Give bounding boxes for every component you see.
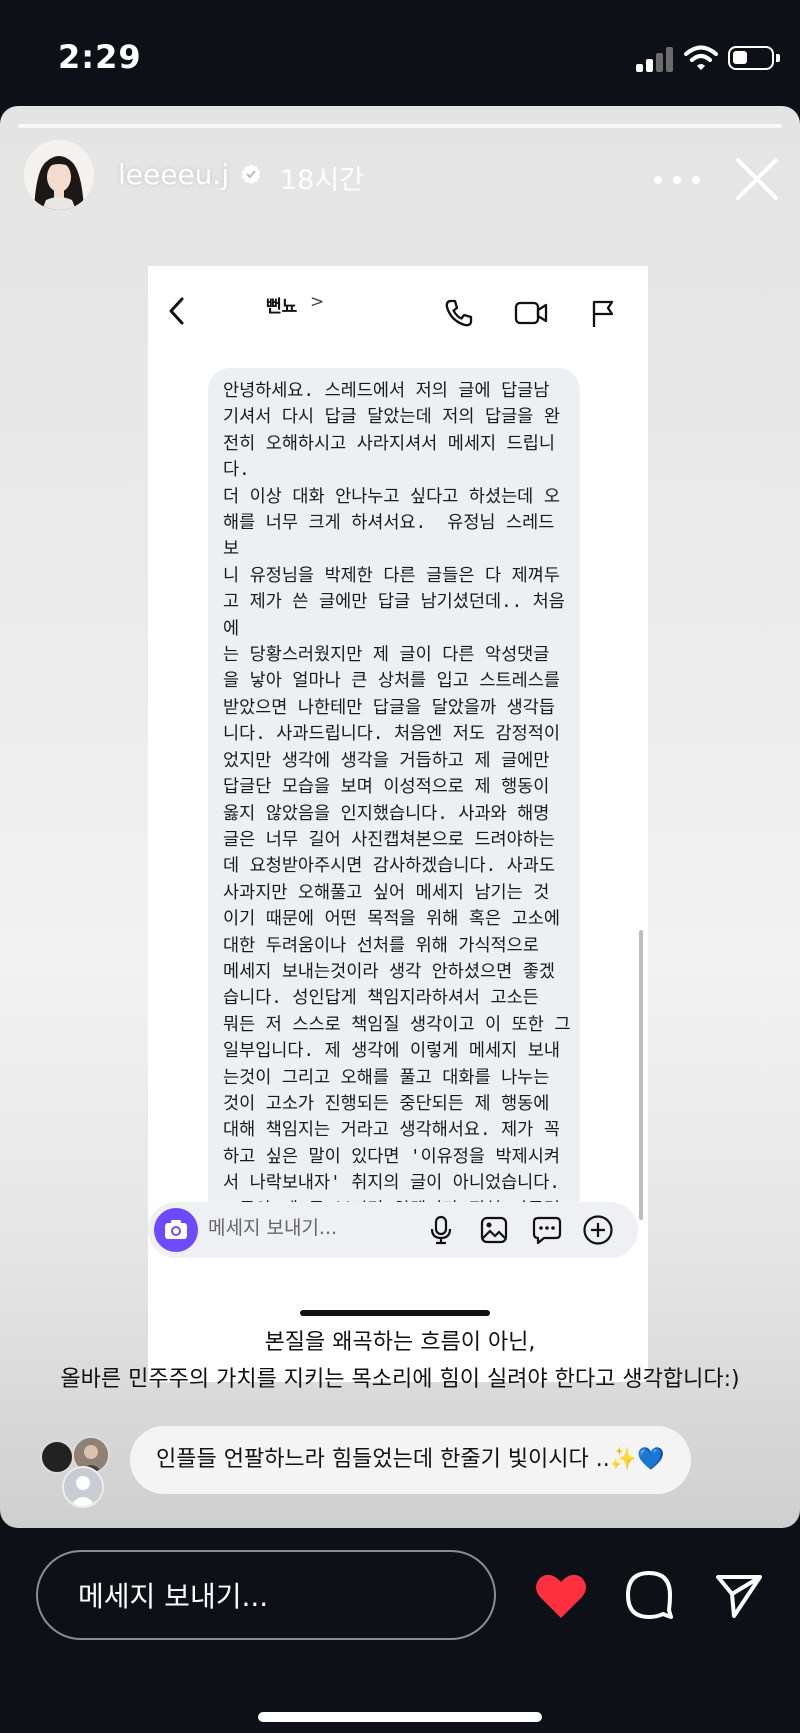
wifi-icon bbox=[684, 45, 718, 70]
camera-button bbox=[154, 1208, 198, 1252]
home-indicator bbox=[300, 1310, 490, 1316]
close-icon[interactable] bbox=[734, 156, 780, 202]
message-input-wrapper[interactable] bbox=[36, 1550, 496, 1640]
avatar-image bbox=[24, 140, 94, 210]
reply-bar bbox=[0, 1528, 800, 1733]
dm-composer bbox=[148, 1202, 638, 1258]
status-bar: 2:29 bbox=[0, 0, 800, 110]
dm-header: 뻔뇨 > bbox=[148, 266, 648, 346]
call-icon bbox=[445, 299, 473, 327]
message-text: 안녕하세요. 스레드에서 저의 글에 답글남 기셔서 다시 답글 달았는데 저의… bbox=[223, 381, 571, 1220]
comment-icon[interactable] bbox=[624, 1570, 674, 1620]
battery-icon bbox=[728, 46, 780, 70]
camera-icon bbox=[165, 1220, 187, 1239]
home-indicator bbox=[258, 1712, 542, 1722]
avatar[interactable] bbox=[24, 140, 94, 210]
avatar bbox=[62, 1466, 104, 1508]
dm-contact-name: 뻔뇨 bbox=[266, 297, 298, 317]
back-icon bbox=[169, 297, 184, 325]
message-bubble: 안녕하세요. 스레드에서 저의 글에 답글남 기셔서 다시 답글 달았는데 저의… bbox=[208, 368, 580, 1226]
plus-icon bbox=[583, 1215, 613, 1245]
heart-icon[interactable] bbox=[534, 1572, 588, 1620]
gallery-icon bbox=[480, 1216, 508, 1244]
mic-icon bbox=[430, 1215, 452, 1245]
verified-icon bbox=[241, 164, 261, 185]
caption-line: 올바른 민주주의 가치를 지키는 목소리에 힘이 실려야 한다고 생각합니다:) bbox=[60, 1367, 740, 1392]
story-progress-bar bbox=[18, 124, 782, 128]
avatar bbox=[40, 1440, 74, 1474]
chevron-right-icon: > bbox=[310, 292, 325, 312]
flag-icon bbox=[592, 300, 614, 327]
story-caption: 본질을 왜곡하는 흐름이 아닌, 올바른 민주주의 가치를 지키는 목소리에 힘… bbox=[0, 1324, 800, 1398]
video-icon bbox=[514, 301, 548, 325]
scrollbar bbox=[639, 930, 643, 1220]
story-card[interactable]: leeeeu.j 18시간 뻔뇨 > 안녕하세요. 스레드에서 저의 글에 답글… bbox=[0, 106, 800, 1528]
caption-line: 본질을 왜곡하는 흐름이 아닌, bbox=[264, 1330, 536, 1355]
default-avatar-icon bbox=[64, 1468, 102, 1506]
message-input[interactable] bbox=[78, 1580, 438, 1613]
sticker-icon bbox=[532, 1216, 562, 1244]
more-icon[interactable] bbox=[654, 176, 700, 188]
send-icon[interactable] bbox=[714, 1572, 764, 1620]
status-time: 2:29 bbox=[58, 38, 142, 76]
dm-screenshot: 뻔뇨 > 안녕하세요. 스레드에서 저의 글에 답글남 기셔서 다시 답글 달았… bbox=[148, 266, 648, 1382]
signal-icon bbox=[636, 46, 678, 72]
reply-bubble: 인플들 언팔하느라 힘들었는데 한줄기 빛이시다 ..✨💙 bbox=[130, 1426, 691, 1494]
story-username[interactable]: leeeeu.j bbox=[118, 158, 229, 191]
story-time-ago: 18시간 bbox=[280, 165, 365, 196]
dm-message-input bbox=[208, 1217, 408, 1239]
